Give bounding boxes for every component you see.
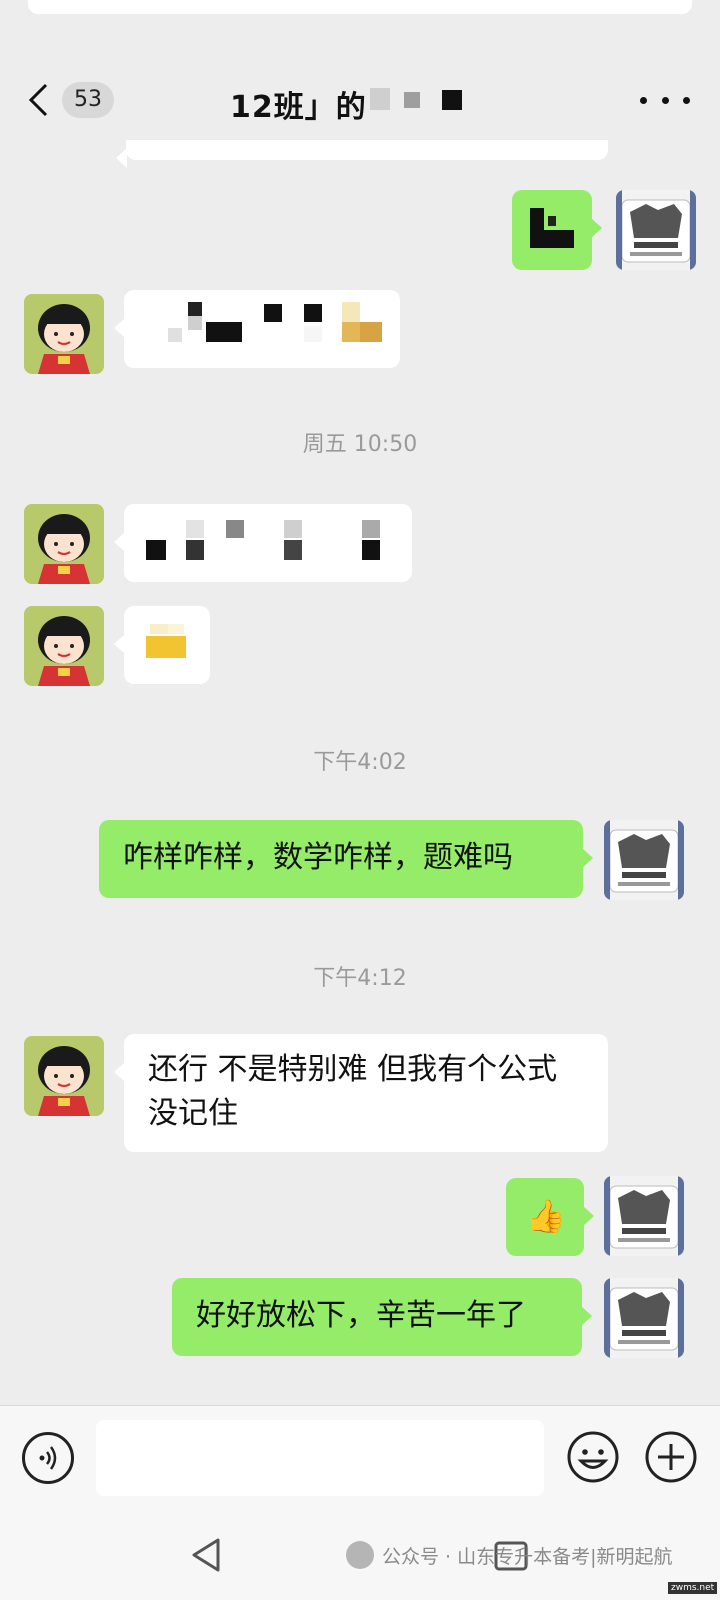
message-bubble-self-censored[interactable]	[512, 190, 602, 270]
self-avatar-image	[616, 190, 696, 270]
message-bubble-peer-censored[interactable]	[114, 290, 400, 368]
peer-avatar[interactable]	[24, 294, 104, 374]
emoji-icon	[567, 1431, 619, 1483]
message-bubble-peer-emoji-censored[interactable]	[114, 606, 210, 684]
self-avatar[interactable]	[604, 1176, 684, 1256]
message-bubble-self[interactable]: 咋样咋样，数学咋样，题难吗	[99, 820, 593, 898]
nav-back-icon[interactable]	[190, 1537, 222, 1573]
message-text-line-1: 还行 不是特别难 但我有个公式	[148, 1052, 558, 1087]
message-bubble-peer-censored[interactable]	[114, 504, 412, 582]
back-button[interactable]: 53	[26, 78, 126, 122]
watermark-text: 公众号 · 山东专升本备考|新明起航	[382, 1545, 673, 1568]
peer-avatar-image	[24, 606, 104, 686]
self-avatar-image	[604, 1278, 684, 1358]
chat-header: 53 12班」的	[0, 60, 720, 140]
peer-avatar-image	[24, 294, 104, 374]
peer-avatar[interactable]	[24, 606, 104, 686]
message-input-bar	[0, 1405, 720, 1505]
site-watermark: zwms.net	[668, 1582, 718, 1594]
message-bubble-peer[interactable]: 还行 不是特别难 但我有个公式 没记住	[114, 1034, 608, 1152]
thumbs-up-emoji: 👍	[526, 1197, 566, 1235]
voice-icon	[39, 1446, 57, 1470]
censor-mosaic	[146, 520, 380, 560]
peer-avatar[interactable]	[24, 1036, 104, 1116]
more-options-button[interactable]	[640, 88, 690, 112]
peer-avatar[interactable]	[24, 504, 104, 584]
wechat-official-account-icon	[346, 1541, 374, 1569]
message-list[interactable]: 周五 10:50 下午4:02 咋样咋样，数学咋样，题难吗 下午4:12 还行 …	[0, 140, 720, 1405]
title-censor-mosaic	[370, 88, 462, 110]
message-bubble-self-emoji[interactable]: 👍	[506, 1178, 594, 1256]
message-bubble-self[interactable]: 好好放松下，辛苦一年了	[172, 1278, 592, 1356]
message-text-input[interactable]	[96, 1420, 544, 1496]
watermark: 公众号 · 山东专升本备考|新明起航	[346, 1541, 673, 1569]
system-navigation-bar: 公众号 · 山东专升本备考|新明起航	[0, 1505, 720, 1600]
more-functions-button[interactable]	[644, 1430, 698, 1484]
voice-input-button[interactable]	[22, 1432, 74, 1484]
timestamp: 下午4:12	[313, 966, 407, 991]
censor-mosaic	[146, 624, 186, 658]
chat-title: 12班」的	[230, 90, 367, 125]
more-dots-icon	[640, 96, 647, 104]
timestamp: 周五 10:50	[302, 432, 418, 457]
emoji-button[interactable]	[566, 1430, 620, 1484]
censor-mosaic	[530, 208, 574, 248]
message-text-line-2: 没记住	[148, 1096, 238, 1131]
self-avatar[interactable]	[616, 190, 696, 270]
more-dots-icon	[683, 96, 690, 104]
self-avatar[interactable]	[604, 820, 684, 900]
message-bubble-partial[interactable]	[116, 140, 608, 168]
self-avatar[interactable]	[604, 1278, 684, 1358]
timestamp: 下午4:02	[313, 750, 407, 775]
unread-count-badge: 53	[62, 82, 114, 118]
message-text: 咋样咋样，数学咋样，题难吗	[123, 840, 513, 875]
plus-icon	[645, 1431, 697, 1483]
previous-panel-edge	[28, 0, 692, 14]
message-text: 好好放松下，辛苦一年了	[196, 1298, 526, 1333]
more-dots-icon	[661, 96, 669, 104]
self-avatar-image	[604, 1176, 684, 1256]
peer-avatar-image	[24, 1036, 104, 1116]
chevron-left-icon	[28, 83, 48, 117]
self-avatar-image	[604, 820, 684, 900]
peer-avatar-image	[24, 504, 104, 584]
censor-mosaic	[168, 302, 382, 342]
